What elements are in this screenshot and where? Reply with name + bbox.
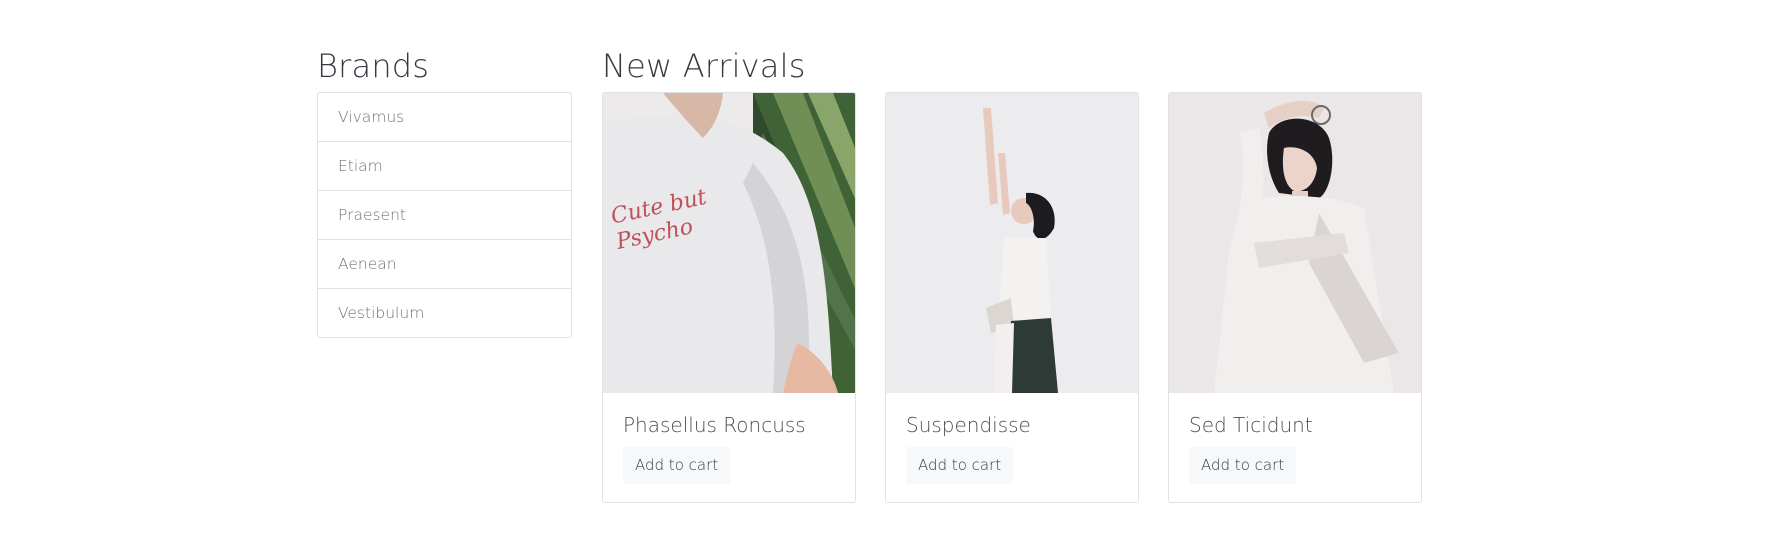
add-to-cart-button[interactable]: Add to cart — [906, 447, 1014, 484]
new-arrivals-section: New Arrivals Cute but Psycho Phasellus R… — [602, 40, 1432, 503]
brands-section: Brands Vivamus Etiam Praesent Aenean Ves… — [317, 40, 572, 338]
brands-heading: Brands — [317, 47, 430, 85]
product-image[interactable]: Cute but Psycho — [603, 93, 855, 393]
new-arrivals-heading: New Arrivals — [602, 47, 806, 85]
product-card: Sed Ticidunt Add to cart — [1168, 92, 1422, 503]
product-card: Suspendisse Add to cart — [885, 92, 1139, 503]
card-body: Suspendisse Add to cart — [886, 393, 1138, 484]
brand-item-vivamus[interactable]: Vivamus — [318, 93, 571, 141]
brand-item-vestibulum[interactable]: Vestibulum — [318, 288, 571, 337]
brand-item-etiam[interactable]: Etiam — [318, 141, 571, 190]
product-image[interactable] — [1169, 93, 1421, 393]
brand-list: Vivamus Etiam Praesent Aenean Vestibulum — [317, 92, 572, 338]
product-title[interactable]: Phasellus Roncuss — [623, 411, 835, 439]
card-body: Sed Ticidunt Add to cart — [1169, 393, 1421, 484]
product-card: Cute but Psycho Phasellus Roncuss Add to… — [602, 92, 856, 503]
add-to-cart-button[interactable]: Add to cart — [1189, 447, 1297, 484]
card-body: Phasellus Roncuss Add to cart — [603, 393, 855, 484]
page: Brands Vivamus Etiam Praesent Aenean Ves… — [0, 0, 1765, 540]
product-image[interactable] — [886, 93, 1138, 393]
product-title[interactable]: Suspendisse — [906, 411, 1118, 439]
product-grid: Cute but Psycho Phasellus Roncuss Add to… — [602, 92, 1432, 503]
brand-item-praesent[interactable]: Praesent — [318, 190, 571, 239]
brand-item-aenean[interactable]: Aenean — [318, 239, 571, 288]
add-to-cart-button[interactable]: Add to cart — [623, 447, 731, 484]
product-title[interactable]: Sed Ticidunt — [1189, 411, 1401, 439]
